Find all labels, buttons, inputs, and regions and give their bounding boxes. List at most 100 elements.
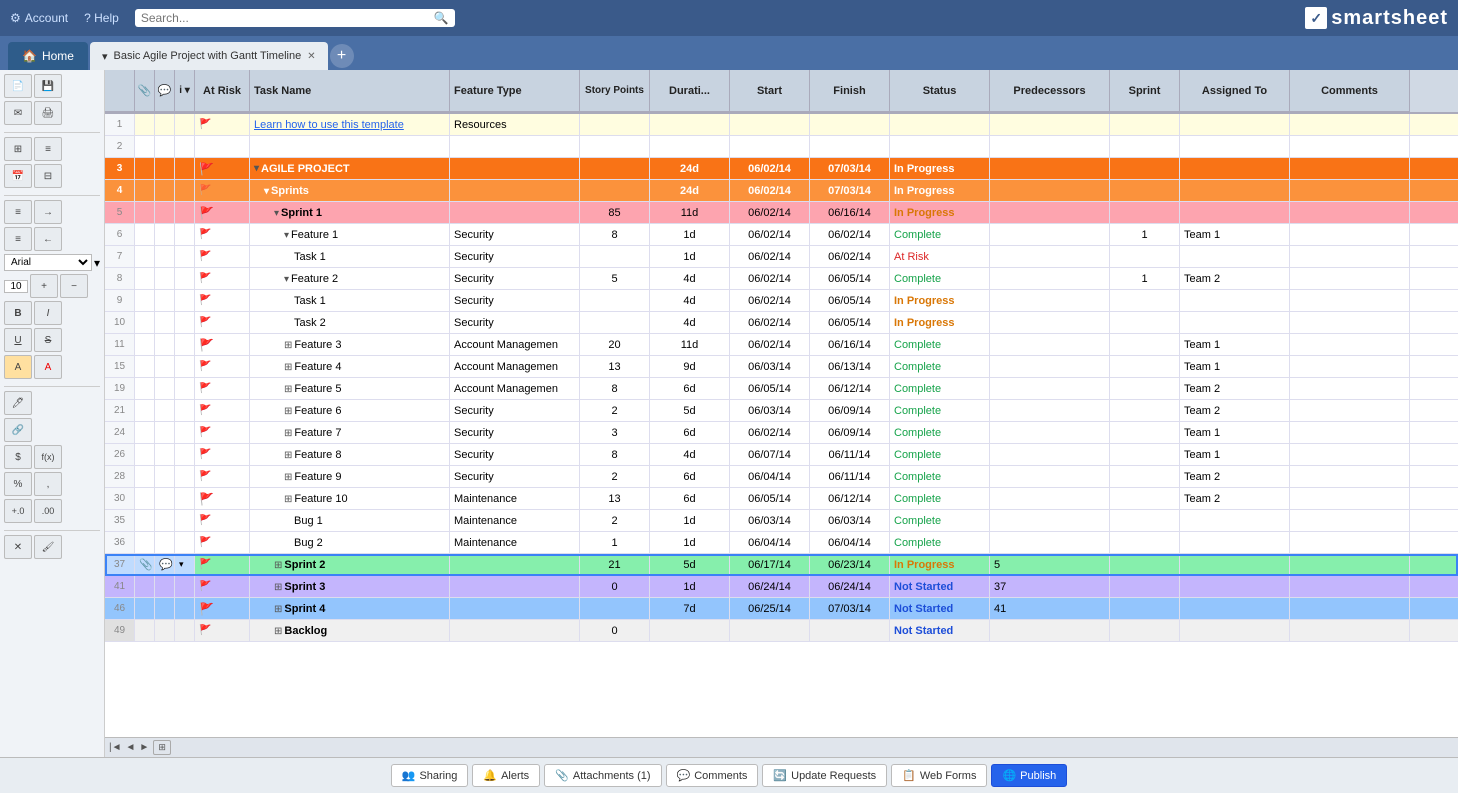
expand-icon[interactable]: ⊞: [284, 494, 292, 505]
cell-status: Not Started: [890, 620, 990, 641]
toolbar-separator-2: [4, 195, 100, 196]
font-increase-button[interactable]: +: [30, 274, 58, 298]
comments-button[interactable]: 💬 Comments: [666, 764, 759, 787]
sharing-button[interactable]: 👥 Sharing: [391, 764, 469, 787]
send-button[interactable]: ✉: [4, 101, 32, 125]
font-decrease-button[interactable]: −: [60, 274, 88, 298]
expand-icon[interactable]: ▾: [274, 208, 279, 219]
help-menu[interactable]: ? Help: [84, 11, 119, 25]
expand-icon[interactable]: ⊞: [284, 472, 292, 483]
scroll-left2-icon[interactable]: ◄: [126, 742, 136, 753]
alerts-button[interactable]: 🔔 Alerts: [472, 764, 540, 787]
save-button[interactable]: 💾: [34, 74, 62, 98]
cell-status: Complete: [890, 510, 990, 531]
learn-template-link[interactable]: Learn how to use this template: [254, 119, 404, 131]
publish-button[interactable]: 🌐 Publish: [991, 764, 1067, 787]
add-tab-button[interactable]: +: [330, 44, 354, 68]
dec-decimal-button[interactable]: +.0: [4, 499, 32, 523]
percent-button[interactable]: %: [4, 472, 32, 496]
align-center-button[interactable]: ≡: [4, 227, 32, 251]
cell-attach: [135, 576, 155, 597]
cell-msg: [155, 246, 175, 267]
expand-icon[interactable]: ⊞: [284, 362, 292, 373]
expand-icon[interactable]: ⊞: [284, 428, 292, 439]
strikethrough-button[interactable]: S: [34, 328, 62, 352]
col-header-featuretype[interactable]: Feature Type: [450, 70, 580, 112]
col-header-status[interactable]: Status: [890, 70, 990, 112]
cell-taskname: ▾Feature 1: [250, 224, 450, 245]
expand-icon[interactable]: ▾: [284, 274, 289, 285]
tab-close-icon[interactable]: ✕: [307, 51, 315, 62]
fill-color-button[interactable]: A: [4, 355, 32, 379]
gantt-view-button[interactable]: ≡: [34, 137, 62, 161]
update-requests-button[interactable]: 🔄 Update Requests: [762, 764, 887, 787]
sheet-dropdown-icon: ▾: [102, 50, 108, 63]
cell-featuretype: [450, 136, 580, 157]
col-header-predecessors[interactable]: Predecessors: [990, 70, 1110, 112]
align-left-button[interactable]: ≡: [4, 200, 32, 224]
search-input[interactable]: [141, 11, 430, 25]
comma-button[interactable]: ,: [34, 472, 62, 496]
col-header-start[interactable]: Start: [730, 70, 810, 112]
expand-icon[interactable]: ⊞: [284, 340, 292, 351]
scroll-right-icon[interactable]: ►: [139, 742, 149, 753]
attachments-icon: 📎: [555, 769, 569, 782]
attachments-button[interactable]: 📎 Attachments (1): [544, 764, 661, 787]
cell-comments: [1290, 576, 1410, 597]
expand-icon[interactable]: ⊞: [274, 626, 282, 637]
expand-icon[interactable]: ⊞: [274, 604, 282, 615]
col-header-sprint[interactable]: Sprint: [1110, 70, 1180, 112]
formula-button[interactable]: f(x): [34, 445, 62, 469]
clear-button[interactable]: ✕: [4, 535, 32, 559]
card-view-button[interactable]: ⊟: [34, 164, 62, 188]
format-painter-button[interactable]: 🖌: [34, 535, 62, 559]
new-sheet-button[interactable]: 📄: [4, 74, 32, 98]
expand-icon[interactable]: ▾: [264, 186, 269, 197]
expand-icon[interactable]: ⊞: [284, 384, 292, 395]
expand-icon[interactable]: ▾: [254, 163, 259, 174]
outdent-button[interactable]: ←: [34, 227, 62, 251]
underline-button[interactable]: U: [4, 328, 32, 352]
tab-sheet[interactable]: ▾ Basic Agile Project with Gantt Timelin…: [90, 42, 328, 70]
bold-button[interactable]: B: [4, 301, 32, 325]
expand-icon[interactable]: ⊞: [284, 450, 292, 461]
calendar-view-button[interactable]: 📅: [4, 164, 32, 188]
table-row: 26 🚩 ⊞Feature 8 Security 8 4d 06/07/14 0…: [105, 444, 1458, 466]
search-box[interactable]: 🔍: [135, 9, 455, 27]
expand-icon[interactable]: ▾: [284, 230, 289, 241]
italic-button[interactable]: I: [34, 301, 62, 325]
font-color-button[interactable]: A: [34, 355, 62, 379]
col-header-storypoints[interactable]: Story Points: [580, 70, 650, 112]
dollar-button[interactable]: $: [4, 445, 32, 469]
toolbar-row-eraser: ✕ 🖌: [4, 535, 100, 559]
col-header-comments[interactable]: Comments: [1290, 70, 1410, 112]
inc-decimal-button[interactable]: .00: [34, 499, 62, 523]
scroll-left-icon[interactable]: |◄: [109, 742, 122, 753]
tab-home[interactable]: 🏠 Home: [8, 42, 88, 70]
expand-icon[interactable]: ⊞: [284, 406, 292, 417]
col-header-duration[interactable]: Durati...: [650, 70, 730, 112]
cell-start: 06/03/14: [730, 356, 810, 377]
font-family-select[interactable]: Arial: [4, 254, 92, 271]
cell-attach: [135, 532, 155, 553]
col-header-finish[interactable]: Finish: [810, 70, 890, 112]
cell-taskname[interactable]: Learn how to use this template: [250, 114, 450, 135]
expand-icon[interactable]: ⊞: [274, 560, 282, 571]
col-header-msg: 💬: [155, 70, 175, 112]
table-row: 24 🚩 ⊞Feature 7 Security 3 6d 06/02/14 0…: [105, 422, 1458, 444]
cell-comments: [1290, 202, 1410, 223]
col-header-taskname[interactable]: Task Name: [250, 70, 450, 112]
expand-icon[interactable]: ⊞: [274, 582, 282, 593]
grid-view-button[interactable]: ⊞: [4, 137, 32, 161]
link-button[interactable]: 🔗: [4, 418, 32, 442]
fit-button[interactable]: ⊞: [153, 740, 171, 755]
col-header-assignedto[interactable]: Assigned To: [1180, 70, 1290, 112]
indent-button[interactable]: →: [34, 200, 62, 224]
account-menu[interactable]: ⚙ Account: [10, 11, 68, 25]
highlight-button[interactable]: 🖊: [4, 391, 32, 415]
cell-status: In Progress: [890, 290, 990, 311]
web-forms-button[interactable]: 📋 Web Forms: [891, 764, 987, 787]
font-size-input[interactable]: [4, 280, 28, 293]
print-button[interactable]: 🖨: [34, 101, 62, 125]
cell-sp: 21: [580, 554, 650, 575]
